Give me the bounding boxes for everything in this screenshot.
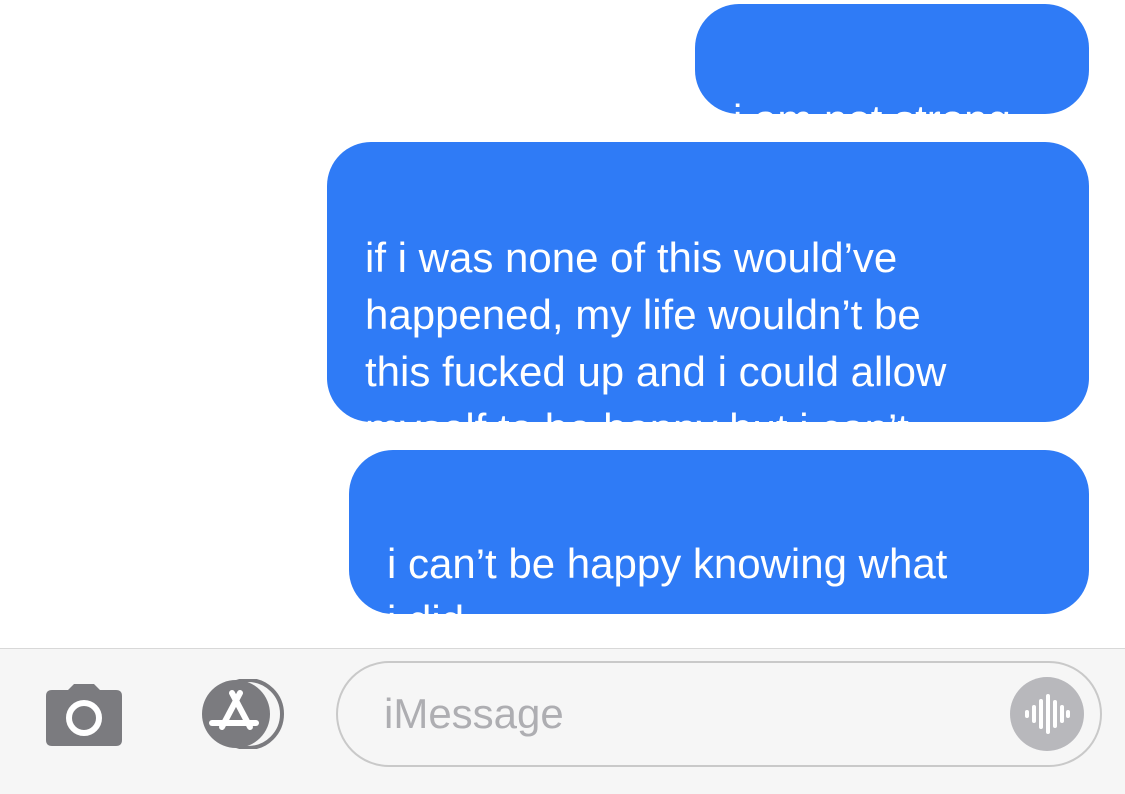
audio-record-button[interactable] — [1010, 677, 1084, 751]
camera-icon — [46, 684, 122, 746]
imessage-text-field[interactable]: iMessage — [336, 661, 1102, 767]
app-store-icon — [202, 678, 284, 750]
message-text: i am not strong — [733, 96, 1011, 143]
message-input-bar: iMessage — [0, 648, 1125, 794]
message-bubble-sent[interactable]: i am not strong — [695, 4, 1089, 143]
message-bubble-sent[interactable]: if i was none of this would’ve happened,… — [327, 142, 1089, 452]
bubble-tail — [1063, 388, 1103, 422]
camera-button[interactable] — [46, 684, 122, 746]
message-text: if i was none of this would’ve happened,… — [365, 234, 947, 452]
imessage-placeholder: iMessage — [384, 690, 564, 737]
messages-screen: i am not strong if i was none of this wo… — [0, 0, 1125, 794]
message-bubble-sent[interactable]: i can’t be happy knowing what i did — [349, 450, 1089, 644]
bubble-tail — [1063, 580, 1103, 614]
message-text: i can’t be happy knowing what i did — [387, 540, 948, 644]
apps-button[interactable] — [188, 678, 288, 750]
bubble-tail — [1063, 80, 1103, 114]
audio-waveform-icon — [1010, 677, 1084, 751]
